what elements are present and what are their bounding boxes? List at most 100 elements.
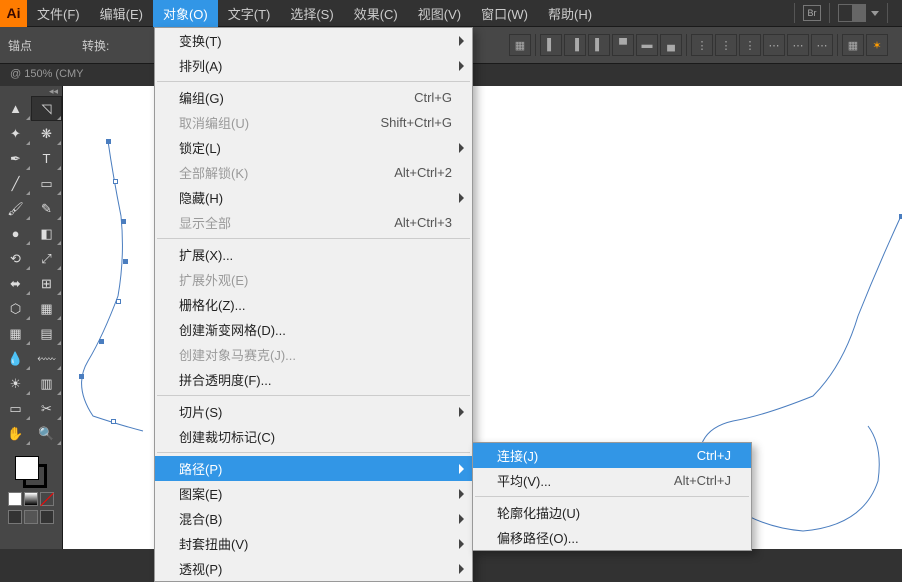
submenu-item[interactable]: 轮廓化描边(U): [473, 500, 751, 525]
submenu-item[interactable]: 连接(J)Ctrl+J: [473, 443, 751, 468]
dist-icon[interactable]: ⋯: [811, 34, 833, 56]
control-icons: ▦ ▌ ▐ ▌ ▀ ▬ ▄ ⋮ ⋮ ⋮ ⋯ ⋯ ⋯ ▦ ✶: [509, 34, 894, 56]
align-left-icon[interactable]: ▌: [540, 34, 562, 56]
tool-brush[interactable]: 🖌: [0, 196, 31, 221]
tool-wand[interactable]: ✦: [0, 121, 31, 146]
menu-item: 创建对象马赛克(J)...: [155, 342, 472, 367]
tool-eraser[interactable]: ◧: [31, 221, 62, 246]
menu-item[interactable]: 混合(B): [155, 506, 472, 531]
tool-direct-select[interactable]: ◹: [31, 96, 62, 121]
menu-item[interactable]: 锁定(L): [155, 135, 472, 160]
anchor-label: 锚点: [8, 37, 32, 54]
menu-item[interactable]: 封套扭曲(V): [155, 531, 472, 556]
transform-icon[interactable]: ▦: [842, 34, 864, 56]
menu-item: 取消编组(U)Shift+Ctrl+G: [155, 110, 472, 135]
tool-symbol[interactable]: ☀: [0, 371, 31, 396]
align-right-icon[interactable]: ▌: [588, 34, 610, 56]
setup-icon[interactable]: ✶: [866, 34, 888, 56]
tool-eyedrop[interactable]: 💧: [0, 346, 31, 371]
ctrl-icon[interactable]: ▦: [509, 34, 531, 56]
dist-icon[interactable]: ⋮: [715, 34, 737, 56]
tool-pencil[interactable]: ✎: [31, 196, 62, 221]
menu-item[interactable]: 扩展(X)...: [155, 242, 472, 267]
dist-icon[interactable]: ⋮: [691, 34, 713, 56]
menu-item[interactable]: 图案(E): [155, 481, 472, 506]
fill-swatch[interactable]: [15, 456, 39, 480]
chevron-down-icon[interactable]: [871, 11, 879, 16]
top-right-controls: Br: [788, 3, 902, 23]
tool-blob[interactable]: ●: [0, 221, 31, 246]
tool-lasso[interactable]: ❋: [31, 121, 62, 146]
bridge-icon[interactable]: Br: [803, 5, 821, 21]
menu-item: 显示全部Alt+Ctrl+3: [155, 210, 472, 235]
tool-line[interactable]: ╱: [0, 171, 31, 196]
none-mode-icon[interactable]: [40, 492, 54, 506]
menu-item[interactable]: 排列(A): [155, 53, 472, 78]
submenu-item[interactable]: 偏移路径(O)...: [473, 525, 751, 550]
menu-file[interactable]: 文件(F): [27, 0, 90, 27]
menu-help[interactable]: 帮助(H): [538, 0, 602, 27]
menu-object[interactable]: 对象(O): [153, 0, 218, 27]
dist-icon[interactable]: ⋯: [763, 34, 785, 56]
menu-item[interactable]: 拼合透明度(F)...: [155, 367, 472, 392]
tool-gradient[interactable]: ▤: [31, 321, 62, 346]
align-bot-icon[interactable]: ▄: [660, 34, 682, 56]
dist-icon[interactable]: ⋯: [787, 34, 809, 56]
menu-bar: 文件(F) 编辑(E) 对象(O) 文字(T) 选择(S) 效果(C) 视图(V…: [27, 0, 602, 27]
menu-item: 扩展外观(E): [155, 267, 472, 292]
submenu-item[interactable]: 平均(V)...Alt+Ctrl+J: [473, 468, 751, 493]
menu-item[interactable]: 创建渐变网格(D)...: [155, 317, 472, 342]
tool-type[interactable]: T: [31, 146, 62, 171]
app-logo: Ai: [0, 0, 27, 27]
color-swatches: [0, 446, 62, 530]
menu-window[interactable]: 窗口(W): [471, 0, 538, 27]
menu-effect[interactable]: 效果(C): [344, 0, 408, 27]
screen-mode-icon[interactable]: [8, 510, 22, 524]
tool-scale[interactable]: ⤢: [31, 246, 62, 271]
align-mid-icon[interactable]: ▬: [636, 34, 658, 56]
path-submenu: 连接(J)Ctrl+J平均(V)...Alt+Ctrl+J 轮廓化描边(U)偏移路…: [472, 442, 752, 551]
tool-mesh[interactable]: ▦: [0, 321, 31, 346]
top-bar: Ai 文件(F) 编辑(E) 对象(O) 文字(T) 选择(S) 效果(C) 视…: [0, 0, 902, 27]
screen-mode-icon[interactable]: [40, 510, 54, 524]
dist-icon[interactable]: ⋮: [739, 34, 761, 56]
menu-item[interactable]: 透视(P): [155, 556, 472, 581]
tool-artboard[interactable]: ▭: [0, 396, 31, 421]
tool-zoom[interactable]: 🔍: [31, 421, 62, 446]
tools-panel: ◂◂ ▲◹✦❋✒T╱▭🖌✎●◧⟲⤢⬌⊞⬡▦▦▤💧⬳☀▥▭✂✋🔍: [0, 86, 63, 549]
align-top-icon[interactable]: ▀: [612, 34, 634, 56]
tool-hand[interactable]: ✋: [0, 421, 31, 446]
convert-label: 转换:: [82, 37, 109, 54]
tool-slice[interactable]: ✂: [31, 396, 62, 421]
screen-mode-icon[interactable]: [24, 510, 38, 524]
document-tab[interactable]: @ 150% (CMY: [0, 64, 94, 86]
menu-item[interactable]: 隐藏(H): [155, 185, 472, 210]
menu-type[interactable]: 文字(T): [218, 0, 281, 27]
menu-item[interactable]: 创建裁切标记(C): [155, 424, 472, 449]
menu-item[interactable]: 变换(T): [155, 28, 472, 53]
menu-view[interactable]: 视图(V): [408, 0, 471, 27]
tool-rect[interactable]: ▭: [31, 171, 62, 196]
tool-shape-builder[interactable]: ⬡: [0, 296, 31, 321]
menu-item[interactable]: 栅格化(Z)...: [155, 292, 472, 317]
tool-rotate[interactable]: ⟲: [0, 246, 31, 271]
menu-item[interactable]: 切片(S): [155, 399, 472, 424]
menu-item[interactable]: 路径(P): [155, 456, 472, 481]
tool-pen[interactable]: ✒: [0, 146, 31, 171]
align-center-icon[interactable]: ▐: [564, 34, 586, 56]
tool-free[interactable]: ⊞: [31, 271, 62, 296]
menu-item[interactable]: 编组(G)Ctrl+G: [155, 85, 472, 110]
tool-perspective[interactable]: ▦: [31, 296, 62, 321]
workspace-layout-icon[interactable]: [838, 4, 866, 22]
gradient-mode-icon[interactable]: [24, 492, 38, 506]
menu-edit[interactable]: 编辑(E): [90, 0, 153, 27]
tool-width[interactable]: ⬌: [0, 271, 31, 296]
panel-collapse-icon[interactable]: ◂◂: [0, 86, 62, 96]
tool-selection[interactable]: ▲: [0, 96, 31, 121]
menu-item: 全部解锁(K)Alt+Ctrl+2: [155, 160, 472, 185]
color-mode-icon[interactable]: [8, 492, 22, 506]
object-menu-dropdown: 变换(T)排列(A) 编组(G)Ctrl+G取消编组(U)Shift+Ctrl+G…: [154, 27, 473, 582]
tool-blend[interactable]: ⬳: [31, 346, 62, 371]
menu-select[interactable]: 选择(S): [280, 0, 343, 27]
tool-graph[interactable]: ▥: [31, 371, 62, 396]
